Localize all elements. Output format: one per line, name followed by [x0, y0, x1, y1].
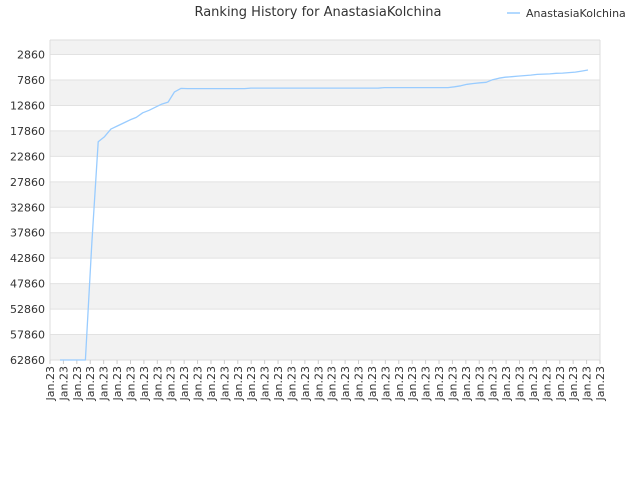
y-tick-label: 7860 — [17, 74, 45, 87]
x-tick-label: Jan.23 — [567, 366, 580, 401]
legend: AnastasiaKolchina — [507, 7, 626, 20]
y-tick-label: 22860 — [10, 150, 45, 163]
x-tick-label: Jan.23 — [527, 366, 540, 401]
x-tick-label: Jan.23 — [111, 366, 124, 401]
y-tick-label: 62860 — [10, 354, 45, 367]
x-tick-label: Jan.23 — [473, 366, 486, 401]
x-tick-label: Jan.23 — [71, 366, 84, 401]
y-tick-label: 52860 — [10, 303, 45, 316]
x-axis: Jan.23 Jan.23 Jan.23 Jan.23 Jan.23 Jan.23 Jan.… — [44, 360, 607, 401]
x-tick-label: Jan.23 — [299, 366, 312, 401]
x-tick-label: Jan.23 — [245, 366, 258, 401]
x-tick-label: Jan.23 — [366, 366, 379, 401]
x-tick-label: Jan.23 — [205, 366, 218, 401]
legend-label: AnastasiaKolchina — [526, 7, 626, 20]
x-tick-label: Jan.23 — [218, 366, 231, 401]
y-axis: 2860 7860 12860 17860 22860 27860 32860 37860 42… — [10, 49, 45, 367]
y-tick-label: 47860 — [10, 278, 45, 291]
x-tick-label: Jan.23 — [460, 366, 473, 401]
y-tick-label: 37860 — [10, 227, 45, 240]
x-tick-label: Jan.23 — [84, 366, 97, 401]
x-tick-label: Jan.23 — [44, 366, 57, 401]
x-tick-label: Jan.23 — [339, 366, 352, 401]
x-tick-label: Jan.23 — [514, 366, 527, 401]
x-tick-label: Jan.23 — [124, 366, 137, 401]
grid-band — [50, 334, 600, 360]
grid-band — [50, 283, 600, 310]
grid-band — [50, 80, 600, 106]
x-tick-label: Jan.23 — [353, 366, 366, 401]
x-tick-label: Jan.23 — [433, 366, 446, 401]
x-tick-label: Jan.23 — [446, 366, 459, 401]
x-tick-label: Jan.23 — [165, 366, 178, 401]
y-tick-label: 27860 — [10, 176, 45, 189]
x-tick-label: Jan.23 — [554, 366, 567, 401]
x-tick-label: Jan.23 — [581, 366, 594, 401]
x-tick-label: Jan.23 — [594, 366, 607, 401]
ranking-chart: Ranking History for AnastasiaKolchina An… — [10, 5, 626, 401]
x-tick-label: Jan.23 — [151, 366, 164, 401]
x-tick-label: Jan.23 — [57, 366, 70, 401]
x-tick-label: Jan.23 — [406, 366, 419, 401]
x-tick-label: Jan.23 — [393, 366, 406, 401]
x-tick-label: Jan.23 — [138, 366, 151, 401]
x-tick-label: Jan.23 — [192, 366, 205, 401]
x-tick-label: Jan.23 — [540, 366, 553, 401]
x-tick-label: Jan.23 — [272, 366, 285, 401]
x-tick-label: Jan.23 — [312, 366, 325, 401]
grid-band — [50, 130, 600, 157]
x-tick-label: Jan.23 — [420, 366, 433, 401]
x-tick-label: Jan.23 — [500, 366, 513, 401]
y-tick-label: 42860 — [10, 252, 45, 265]
y-tick-label: 2860 — [17, 49, 45, 62]
grid-band — [50, 40, 600, 55]
x-tick-label: Jan.23 — [98, 366, 111, 401]
y-tick-label: 32860 — [10, 201, 45, 214]
x-tick-label: Jan.23 — [232, 366, 245, 401]
chart-title: Ranking History for AnastasiaKolchina — [194, 5, 441, 20]
x-tick-label: Jan.23 — [259, 366, 272, 401]
x-tick-label: Jan.23 — [285, 366, 298, 401]
y-tick-label: 12860 — [10, 99, 45, 112]
grid-band — [50, 181, 600, 208]
x-tick-label: Jan.23 — [379, 366, 392, 401]
x-tick-label: Jan.23 — [487, 366, 500, 401]
y-tick-label: 57860 — [10, 329, 45, 342]
x-tick-label: Jan.23 — [326, 366, 339, 401]
x-tick-label: Jan.23 — [178, 366, 191, 401]
grid-band — [50, 232, 600, 259]
y-tick-label: 17860 — [10, 125, 45, 138]
